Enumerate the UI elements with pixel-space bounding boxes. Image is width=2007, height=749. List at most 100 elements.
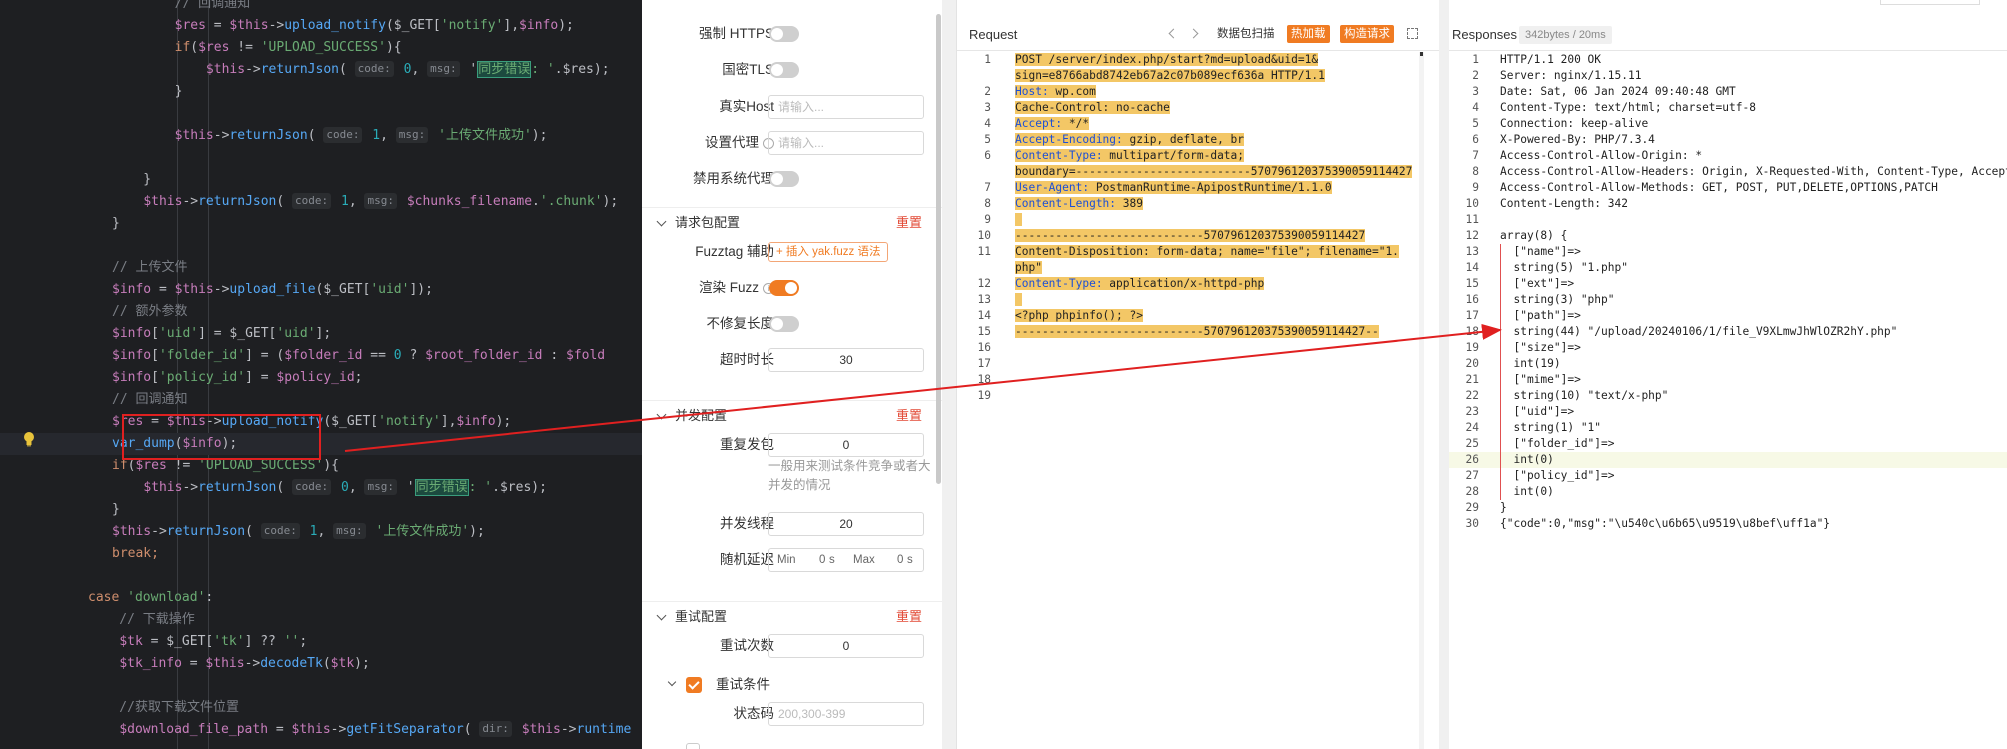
- request-scrollbar-thumb[interactable]: [1420, 52, 1423, 56]
- no-fix-length-switch[interactable]: [769, 316, 799, 332]
- code-line[interactable]: $info['policy_id'] = $policy_id;: [0, 367, 642, 389]
- code-line[interactable]: // 下载操作: [0, 609, 642, 631]
- code-line[interactable]: $tk = $_GET['tk'] ?? '';: [0, 631, 642, 653]
- request-line[interactable]: 18: [957, 372, 1439, 388]
- code-line[interactable]: $tk_info = $this->decodeTk($tk);: [0, 653, 642, 675]
- packet-config-header[interactable]: 请求包配置 重置: [642, 207, 942, 235]
- response-line[interactable]: 15 ["ext"]=>: [1449, 276, 2007, 292]
- response-line[interactable]: 2 Server: nginx/1.15.11: [1449, 68, 2007, 84]
- request-line[interactable]: 4 Accept: */*: [957, 116, 1439, 132]
- code-line[interactable]: $this->returnJson( code: 0, msg: '同步错误: …: [0, 477, 642, 499]
- response-line[interactable]: 1 HTTP/1.1 200 OK: [1449, 52, 2007, 68]
- response-line[interactable]: 24 string(1) "1": [1449, 420, 2007, 436]
- response-line[interactable]: 16 string(3) "php": [1449, 292, 2007, 308]
- render-fuzz-switch[interactable]: [769, 280, 799, 296]
- response-line[interactable]: 20 int(19): [1449, 356, 2007, 372]
- code-line[interactable]: $this->returnJson( code: 0, msg: '同步错误: …: [0, 59, 642, 81]
- request-line[interactable]: 7 User-Agent: PostmanRuntime-ApipostRunti…: [957, 180, 1439, 196]
- request-line[interactable]: 13: [957, 292, 1439, 308]
- gm-tls-switch[interactable]: [769, 62, 799, 78]
- lightbulb-icon[interactable]: [23, 431, 35, 447]
- response-line[interactable]: 7 Access-Control-Allow-Origin: *: [1449, 148, 2007, 164]
- code-line[interactable]: $download_file_path = $this->getFitSepar…: [0, 719, 642, 741]
- request-line[interactable]: 5 Accept-Encoding: gzip, deflate, br: [957, 132, 1439, 148]
- fullscreen-icon[interactable]: [1407, 28, 1418, 39]
- request-line[interactable]: 14 <?php phpinfo(); ?>: [957, 308, 1439, 324]
- request-line[interactable]: 19: [957, 388, 1439, 404]
- code-line[interactable]: break;: [0, 543, 642, 565]
- real-host-input[interactable]: 请输入...: [768, 95, 924, 119]
- code-line[interactable]: [0, 675, 642, 697]
- code-line[interactable]: if($res != 'UPLOAD_SUCCESS'){: [0, 37, 642, 59]
- code-line[interactable]: $res = $this->upload_notify($_GET['notif…: [0, 15, 642, 37]
- request-line[interactable]: 11 Content-Disposition: form-data; name="…: [957, 244, 1439, 260]
- response-line[interactable]: 4 Content-Type: text/html; charset=utf-8: [1449, 100, 2007, 116]
- response-editor[interactable]: Responses 342bytes / 20ms 1 HTTP/1.1 200 …: [1439, 0, 2007, 749]
- code-line[interactable]: // 上传文件: [0, 257, 642, 279]
- code-line[interactable]: [0, 565, 642, 587]
- code-line[interactable]: }: [0, 499, 642, 521]
- response-line[interactable]: 22 string(10) "text/x-php": [1449, 388, 2007, 404]
- code-line[interactable]: // 回调通知: [0, 0, 642, 15]
- insert-fuzz-button[interactable]: + 插入 yak.fuzz 语法: [768, 242, 889, 262]
- response-line[interactable]: 18 string(44) "/upload/20240106/1/file_V…: [1449, 324, 2007, 340]
- code-line[interactable]: }: [0, 213, 642, 235]
- code-line[interactable]: $res = $this->upload_notify($_GET['notif…: [0, 411, 642, 433]
- request-line[interactable]: 15 ----------------------------5707961203…: [957, 324, 1439, 340]
- request-line[interactable]: 17: [957, 356, 1439, 372]
- response-line[interactable]: 10 Content-Length: 342: [1449, 196, 2007, 212]
- next-arrow-icon[interactable]: [1188, 28, 1199, 39]
- response-line[interactable]: 8 Access-Control-Allow-Headers: Origin, X…: [1449, 164, 2007, 180]
- prev-arrow-icon[interactable]: [1168, 28, 1179, 39]
- build-request-button[interactable]: 构造请求: [1340, 25, 1394, 43]
- code-line[interactable]: [0, 235, 642, 257]
- code-line[interactable]: $info['folder_id'] = ($folder_id == 0 ? …: [0, 345, 642, 367]
- response-line[interactable]: 5 Connection: keep-alive: [1449, 116, 2007, 132]
- response-line[interactable]: 6 X-Powered-By: PHP/7.3.4: [1449, 132, 2007, 148]
- repeat-input[interactable]: 0: [768, 433, 924, 457]
- concurrency-reset-button[interactable]: 重置: [896, 401, 922, 431]
- delay-min-value[interactable]: 0: [819, 549, 825, 571]
- threads-input[interactable]: 20: [768, 512, 924, 536]
- code-line[interactable]: if($res != 'UPLOAD_SUCCESS'){: [0, 455, 642, 477]
- checkbox-partial[interactable]: [686, 743, 700, 749]
- retry-count-input[interactable]: 0: [768, 634, 924, 658]
- response-line[interactable]: 19 ["size"]=>: [1449, 340, 2007, 356]
- request-line[interactable]: sign=e8766abd8742eb67a2c07b089ecf636a HT…: [957, 68, 1439, 84]
- panel-divider[interactable]: [942, 0, 956, 749]
- request-line[interactable]: boundary=--------------------------57079…: [957, 164, 1439, 180]
- packet-scan-button[interactable]: 数据包扫描: [1213, 25, 1279, 43]
- response-line[interactable]: 30 {"code":0,"msg":"\u540c\u6b65\u9519\u8…: [1449, 516, 2007, 532]
- status-code-input[interactable]: 200,300-399: [768, 702, 924, 726]
- response-line[interactable]: 12 array(8) {: [1449, 228, 2007, 244]
- request-line[interactable]: 12 Content-Type: application/x-httpd-php: [957, 276, 1439, 292]
- packet-reset-button[interactable]: 重置: [896, 208, 922, 238]
- request-line[interactable]: 2 Host: wp.com: [957, 84, 1439, 100]
- code-line[interactable]: $info = $this->upload_file($_GET['uid'])…: [0, 279, 642, 301]
- chevron-down-icon[interactable]: [667, 677, 677, 687]
- request-line[interactable]: 6 Content-Type: multipart/form-data;: [957, 148, 1439, 164]
- response-line[interactable]: 25 ["folder_id"]=>: [1449, 436, 2007, 452]
- request-line[interactable]: 3 Cache-Control: no-cache: [957, 100, 1439, 116]
- response-line[interactable]: 26 int(0): [1449, 452, 2007, 468]
- retry-reset-button[interactable]: 重置: [896, 602, 922, 632]
- code-line[interactable]: var_dump($info);: [0, 433, 642, 455]
- response-line[interactable]: 9 Access-Control-Allow-Methods: GET, POST…: [1449, 180, 2007, 196]
- hot-reload-button[interactable]: 热加载: [1287, 25, 1330, 43]
- request-line[interactable]: php": [957, 260, 1439, 276]
- random-delay-input[interactable]: Min 0 s Max 0 s: [768, 548, 924, 572]
- timeout-input[interactable]: 30: [768, 348, 924, 372]
- response-line[interactable]: 21 ["mime"]=>: [1449, 372, 2007, 388]
- response-line[interactable]: 29}: [1449, 500, 2007, 516]
- response-line[interactable]: 11: [1449, 212, 2007, 228]
- request-editor[interactable]: Request 数据包扫描 热加载 构造请求 1 POST /server/ind…: [956, 0, 1439, 749]
- request-line[interactable]: 1 POST /server/index.php/start?md=upload&…: [957, 52, 1439, 68]
- code-line[interactable]: case 'download':: [0, 587, 642, 609]
- proxy-input[interactable]: 请输入...: [768, 131, 924, 155]
- code-line[interactable]: }: [0, 81, 642, 103]
- disable-sys-proxy-switch[interactable]: [769, 171, 799, 187]
- force-https-switch[interactable]: [769, 26, 799, 42]
- code-line[interactable]: }: [0, 169, 642, 191]
- code-line[interactable]: [0, 147, 642, 169]
- response-line[interactable]: 14 string(5) "1.php": [1449, 260, 2007, 276]
